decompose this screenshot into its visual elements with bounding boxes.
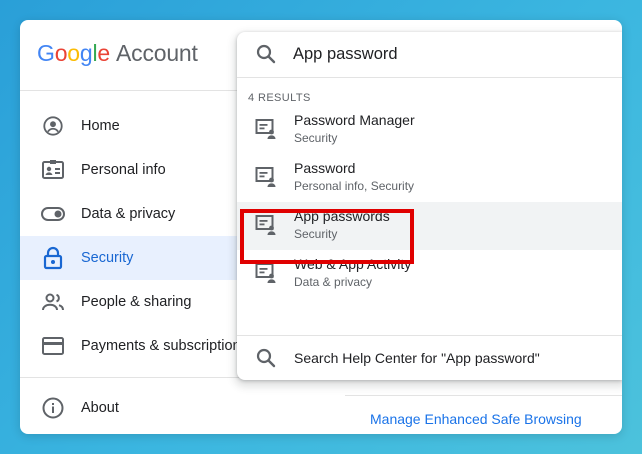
search-input[interactable] (293, 42, 593, 66)
toggle-icon (41, 202, 65, 226)
result-subtitle: Personal info, Security (294, 179, 415, 193)
search-result-item[interactable]: Password Personal info, Security (237, 154, 622, 202)
settings-page-icon (255, 262, 277, 289)
sidebar-item-about[interactable]: About (20, 386, 270, 430)
search-result-item[interactable]: Password Manager Security (237, 106, 622, 154)
result-title: Password (294, 160, 356, 176)
result-subtitle: Data & privacy (294, 275, 373, 289)
content-divider (345, 395, 622, 396)
results-count: 4 RESULTS (248, 92, 311, 104)
sidebar-item-personal-info[interactable]: Personal info (20, 148, 270, 192)
google-account-logo[interactable]: Google Account (37, 40, 198, 67)
sidebar-item-label: Personal info (81, 162, 166, 178)
logo-letter: o (54, 40, 68, 66)
sidebar-item-label: About (81, 400, 119, 416)
result-subtitle: Security (294, 131, 338, 145)
result-title: Web & App Activity (294, 256, 412, 272)
logo-suffix: Account (116, 40, 198, 66)
search-dropdown: 4 RESULTS Password Manager Security Pass… (237, 32, 622, 380)
info-icon (41, 396, 65, 420)
result-title: Password Manager (294, 112, 415, 128)
sidebar-item-payments[interactable]: Payments & subscriptions (20, 324, 270, 368)
sidebar-item-security[interactable]: Security (20, 236, 270, 280)
logo-letter: o (67, 40, 80, 66)
google-account-window: Google Account Home Personal info Data & … (20, 20, 622, 434)
people-icon (41, 290, 65, 314)
result-subtitle: Security (294, 227, 338, 241)
results-separator (237, 335, 622, 336)
settings-page-icon (255, 166, 277, 193)
search-icon (255, 347, 277, 374)
search-result-item[interactable]: Web & App Activity Data & privacy (237, 250, 622, 298)
search-bar (237, 32, 622, 78)
sidebar-item-label: People & sharing (81, 294, 192, 310)
sidebar-item-label: Data & privacy (81, 206, 176, 222)
lock-icon (41, 246, 65, 270)
sidebar-about-section: About (20, 386, 270, 430)
account-circle-icon (41, 114, 65, 138)
sidebar-item-home[interactable]: Home (20, 104, 270, 148)
sidebar-divider (20, 377, 270, 378)
search-icon[interactable] (255, 43, 277, 70)
manage-safe-browsing-link[interactable]: Manage Enhanced Safe Browsing (370, 411, 582, 427)
logo-letter: e (97, 40, 110, 66)
search-help-center-row[interactable]: Search Help Center for "App password" (237, 337, 622, 380)
sidebar-item-data-privacy[interactable]: Data & privacy (20, 192, 270, 236)
result-title: App passwords (294, 208, 390, 224)
sidebar-item-label: Home (81, 118, 120, 134)
id-card-icon (41, 158, 65, 182)
settings-page-icon (255, 214, 277, 241)
search-result-item[interactable]: App passwords Security (237, 202, 622, 250)
sidebar-item-label: Payments & subscriptions (81, 338, 248, 354)
sidebar-nav: Home Personal info Data & privacy Securi… (20, 104, 270, 368)
sidebar-item-people-sharing[interactable]: People & sharing (20, 280, 270, 324)
logo-letter: g (79, 40, 93, 66)
settings-page-icon (255, 118, 277, 145)
credit-card-icon (41, 334, 65, 358)
help-center-label: Search Help Center for "App password" (294, 350, 540, 366)
logo-letter: G (37, 40, 55, 66)
sidebar-item-label: Security (81, 250, 134, 266)
